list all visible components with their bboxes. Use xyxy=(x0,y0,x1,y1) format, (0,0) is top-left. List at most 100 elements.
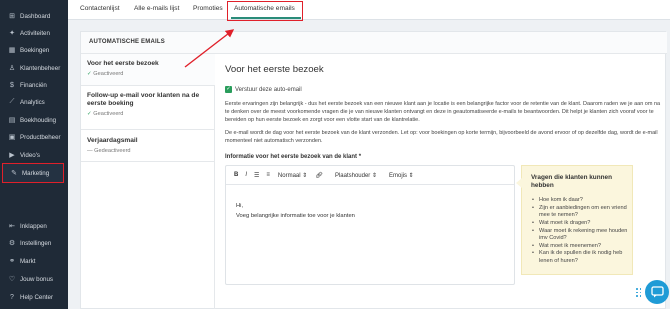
video-icon: ▶ xyxy=(9,152,15,159)
chart-icon: ⟋ xyxy=(9,98,15,105)
calendar-icon: ▦ xyxy=(8,47,16,54)
sidebar-item-productbeheer[interactable]: ▣ Productbeheer xyxy=(0,129,68,145)
sidebar-item-jouw-bonus[interactable]: ♡ Jouw bonus xyxy=(0,271,68,287)
help-icon: ? xyxy=(10,293,14,301)
gear-icon: ⚙ xyxy=(8,240,16,247)
list-item-title: Verjaardagsmail xyxy=(87,137,138,144)
tab-promoties[interactable]: Promoties xyxy=(193,5,223,12)
list-item-title: Follow-up e-mail voor klanten na de eers… xyxy=(87,92,200,107)
sidebar-item-analytics[interactable]: ⟋ Analytics xyxy=(0,94,68,110)
dashboard-icon: ⊞ xyxy=(9,13,15,20)
checkbox-checked-icon: ✓ xyxy=(225,86,232,93)
field-label: Informatie voor het eerste bezoek van de… xyxy=(225,154,362,160)
sidebar-item-financien[interactable]: $ Financiën xyxy=(0,77,68,93)
chat-icon xyxy=(650,286,664,298)
status-text: — Gedeactiveerd xyxy=(87,148,215,154)
send-auto-email-checkbox[interactable]: ✓ Verstuur deze auto-email xyxy=(225,86,302,93)
status-label: Geactiveerd xyxy=(93,71,124,77)
send-timing-paragraph: De e-mail wordt de dag voor het eerste b… xyxy=(225,130,658,144)
list-item-first-visit[interactable]: Voor het eerste bezoek ✓ Geactiveerd xyxy=(81,54,215,86)
chat-button[interactable] xyxy=(645,280,669,304)
sidebar-item-videos[interactable]: ▶ Video's xyxy=(0,147,68,163)
book-icon: ▤ xyxy=(8,117,16,124)
tip-item: Waar moet ik rekening mee houden imv Cov… xyxy=(532,228,630,242)
sidebar-item-label: Financiën xyxy=(20,81,47,89)
sidebar: ⊞ Dashboard ✦ Activiteiten ▦ Boekingen ♙… xyxy=(0,0,68,309)
sidebar-item-label: Markt xyxy=(20,257,36,265)
sidebar-item-dashboard[interactable]: ⊞ Dashboard xyxy=(0,8,68,24)
sidebar-item-boekingen[interactable]: ▦ Boekingen xyxy=(0,42,68,58)
tip-item: Zijn er aanbiedingen om een vriend mee t… xyxy=(532,205,630,219)
detail-title: Voor het eerste bezoek xyxy=(225,64,324,75)
apps-grid-icon[interactable] xyxy=(636,288,642,298)
email-list: Voor het eerste bezoek ✓ Geactiveerd Fol… xyxy=(81,54,215,309)
check-icon: ✓ xyxy=(87,71,92,77)
sidebar-item-label: Boekingen xyxy=(20,46,50,54)
tab-bar: Contactenlijst Alle e-mails lijst Promot… xyxy=(68,0,670,20)
tip-item: Wat moet ik meenemen? xyxy=(532,243,630,250)
sidebar-item-label: Productbeheer xyxy=(20,133,61,141)
status-label: Gedeactiveerd xyxy=(94,148,131,154)
link-icon[interactable]: 🔗︎ xyxy=(315,172,323,179)
box-icon: ▣ xyxy=(8,134,16,141)
check-icon: ✓ xyxy=(87,111,92,117)
megaphone-icon: ✎ xyxy=(11,170,17,177)
share-icon: ⚭ xyxy=(9,258,15,265)
card-header: AUTOMATISCHE EMAILS xyxy=(81,32,667,54)
tip-item: Kan ik de spullen die ik nodig heb lenen… xyxy=(532,250,630,264)
tips-panel: Vragen die klanten kunnen hebben Hoe kom… xyxy=(516,165,633,275)
sidebar-item-label: Instellingen xyxy=(20,239,52,247)
sidebar-item-marketing[interactable]: ✎ Marketing xyxy=(2,163,64,183)
emoji-select[interactable]: Emojis ⇕ xyxy=(389,172,414,179)
editor-line: Voeg belangrijke informatie toe voor je … xyxy=(236,213,355,219)
sidebar-item-label: Boekhouding xyxy=(20,116,57,124)
sidebar-item-label: Marketing xyxy=(22,169,50,177)
status-text: ✓ Geactiveerd xyxy=(87,71,215,77)
description-paragraph: Eerste ervaringen zijn belangrijk - dus … xyxy=(225,101,661,123)
sidebar-item-label: Jouw bonus xyxy=(20,275,54,283)
bullet-list-icon[interactable]: ☰ xyxy=(254,172,259,179)
rich-text-editor[interactable]: B I ☰ ≡ Normaal ⇕ 🔗︎ Plaatshouder ⇕ Emoj… xyxy=(225,165,515,285)
status-text: ✓ Geactiveerd xyxy=(87,111,215,117)
format-select[interactable]: Normaal ⇕ xyxy=(278,172,307,179)
user-icon: ♙ xyxy=(8,65,16,72)
sidebar-item-label: Activiteiten xyxy=(20,29,50,37)
dash-icon: — xyxy=(87,148,93,154)
sidebar-item-help-center[interactable]: ? Help Center xyxy=(0,289,68,305)
checkbox-label: Verstuur deze auto-email xyxy=(235,86,302,93)
sidebar-item-instellingen[interactable]: ⚙ Instellingen xyxy=(0,235,68,251)
tab-highlight-box xyxy=(227,1,303,21)
automatic-emails-card: AUTOMATISCHE EMAILS Voor het eerste bezo… xyxy=(80,31,667,309)
numbered-list-icon[interactable]: ≡ xyxy=(266,172,270,178)
activity-icon: ✦ xyxy=(9,30,15,37)
sidebar-item-markt[interactable]: ⚭ Markt xyxy=(0,253,68,269)
italic-button[interactable]: I xyxy=(245,172,247,178)
money-icon: $ xyxy=(10,81,14,89)
card-title: AUTOMATISCHE EMAILS xyxy=(89,39,165,45)
sidebar-item-label: Video's xyxy=(20,151,40,159)
sidebar-item-label: Analytics xyxy=(20,98,45,106)
tab-alle-emails-lijst[interactable]: Alle e-mails lijst xyxy=(134,5,179,12)
sidebar-item-label: Dashboard xyxy=(20,12,51,20)
sidebar-item-boekhouding[interactable]: ▤ Boekhouding xyxy=(0,112,68,128)
sidebar-item-inklappen[interactable]: ⇤ Inklappen xyxy=(0,218,68,234)
bold-button[interactable]: B xyxy=(234,172,238,178)
sidebar-item-activiteiten[interactable]: ✦ Activiteiten xyxy=(0,25,68,41)
list-item-birthday[interactable]: Verjaardagsmail — Gedeactiveerd xyxy=(81,130,215,162)
sidebar-item-label: Klantenbeheer xyxy=(20,64,61,72)
collapse-icon: ⇤ xyxy=(9,223,15,230)
tab-contactenlijst[interactable]: Contactenlijst xyxy=(80,5,120,12)
placeholder-select[interactable]: Plaatshouder ⇕ xyxy=(335,172,377,179)
editor-content[interactable]: Hi, Voeg belangrijke informatie toe voor… xyxy=(236,201,355,221)
heart-icon: ♡ xyxy=(8,276,16,283)
list-item-title: Voor het eerste bezoek xyxy=(87,60,159,67)
sidebar-item-label: Inklappen xyxy=(20,222,47,230)
status-label: Geactiveerd xyxy=(93,111,124,117)
tips-heading: Vragen die klanten kunnen hebben xyxy=(531,174,612,189)
editor-line: Hi, xyxy=(236,203,244,209)
list-item-follow-up[interactable]: Follow-up e-mail voor klanten na de eers… xyxy=(81,86,215,130)
tips-list: Hoe kom ik daar? Zijn er aanbiedingen om… xyxy=(532,197,630,265)
tip-item: Wat moet ik dragen? xyxy=(532,220,630,227)
tip-item: Hoe kom ik daar? xyxy=(532,197,630,204)
sidebar-item-klantenbeheer[interactable]: ♙ Klantenbeheer xyxy=(0,60,68,76)
